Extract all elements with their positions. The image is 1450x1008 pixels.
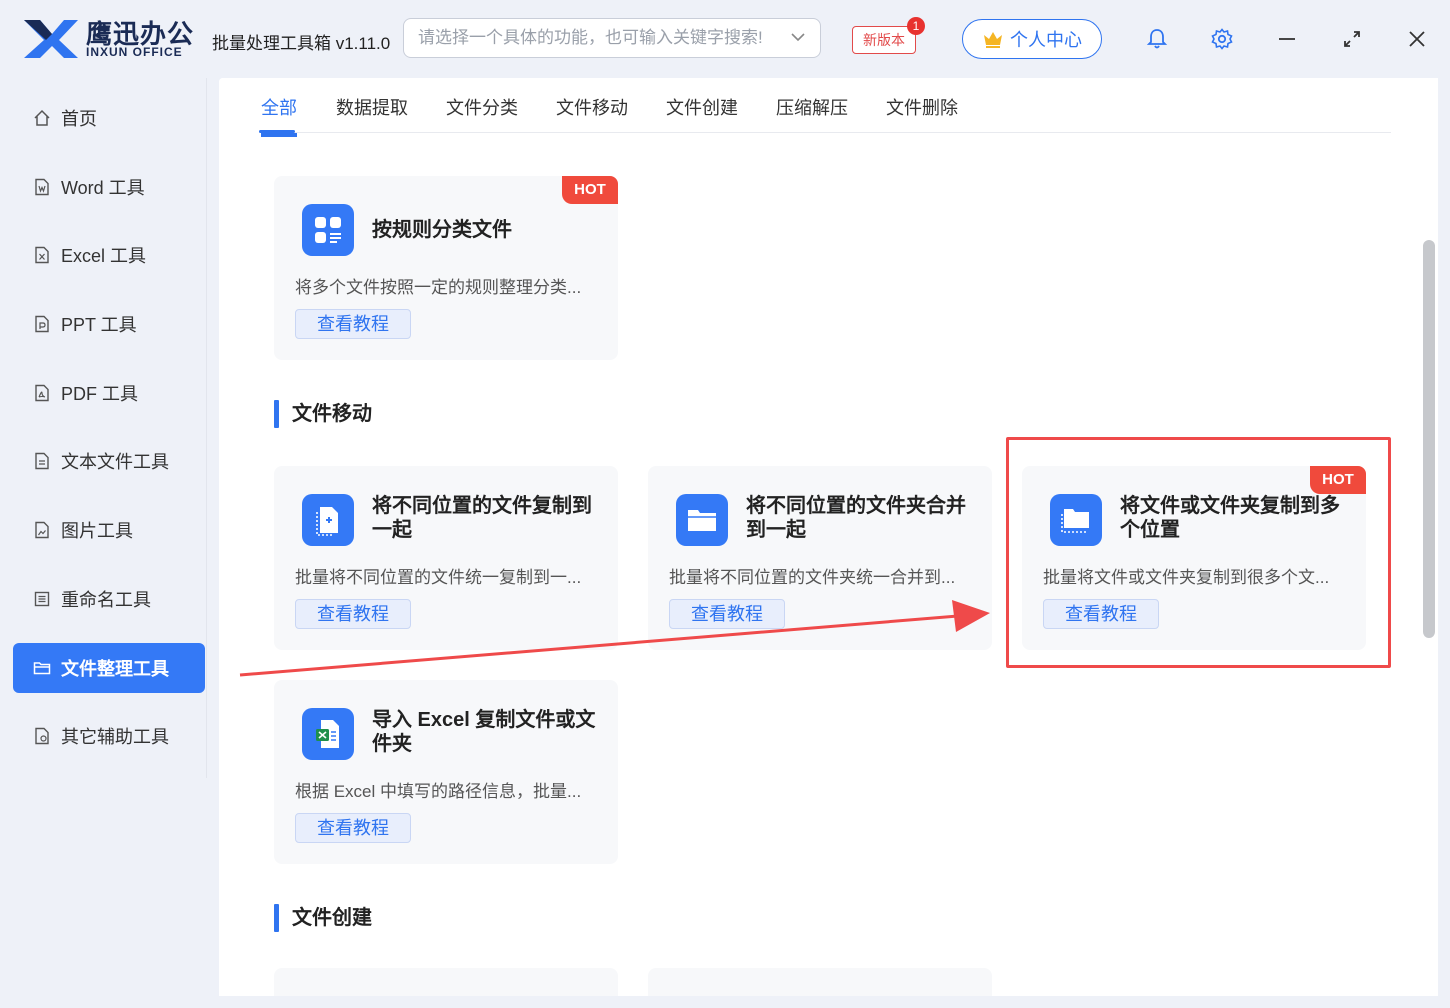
hot-badge: HOT (562, 176, 618, 204)
new-version-button[interactable]: 新版本 1 (852, 17, 925, 54)
tool-card-classify[interactable]: 按规则分类文件 将多个文件按照一定的规则整理分类... 查看教程 HOT (274, 176, 618, 360)
view-tutorial-button[interactable]: 查看教程 (669, 599, 785, 629)
card-title: 按规则分类文件 (372, 219, 512, 241)
sidebar-item-other-tools[interactable]: 其它辅助工具 (13, 711, 205, 761)
tool-card-merge-folders[interactable]: 将不同位置的文件夹合并到一起 批量将不同位置的文件夹统一合并到... 查看教程 (648, 466, 992, 650)
chevron-down-icon[interactable] (790, 29, 806, 45)
tool-card-partial[interactable] (274, 968, 618, 996)
personal-center-button[interactable]: 个人中心 (962, 19, 1102, 59)
sidebar-item-rename[interactable]: 重命名工具 (13, 574, 205, 624)
title-bar: 鹰迅办公 INXUN OFFICE 批量处理工具箱 v1.11.0 新版本 1 … (0, 0, 1450, 78)
card-description: 批量将不同位置的文件统一复制到一... (295, 568, 582, 587)
category-tabs: 全部 数据提取 文件分类 文件移动 文件创建 压缩解压 文件删除 (219, 78, 1422, 133)
text-file-icon (35, 452, 49, 470)
card-title: 将不同位置的文件复制到一起 (372, 495, 592, 541)
tab-compress[interactable]: 压缩解压 (776, 94, 848, 120)
maximize-icon[interactable] (1339, 26, 1365, 52)
folder-icon (33, 662, 51, 675)
view-tutorial-button[interactable]: 查看教程 (295, 309, 411, 339)
sidebar-item-label: 重命名工具 (61, 590, 151, 610)
card-description: 批量将不同位置的文件夹统一合并到... (669, 568, 956, 587)
sidebar-item-home[interactable]: 首页 (13, 93, 205, 143)
rename-icon (34, 591, 50, 607)
logo-english-text: INXUN OFFICE (86, 45, 183, 59)
tool-card-copy-files-together[interactable]: 将不同位置的文件复制到一起 批量将不同位置的文件统一复制到一... 查看教程 (274, 466, 618, 650)
card-title: 导入 Excel 复制文件或文件夹 (372, 709, 596, 755)
bell-icon[interactable] (1144, 26, 1170, 52)
sidebar-item-excel[interactable]: Excel 工具 (13, 230, 205, 280)
sidebar: 首页 Word 工具 Excel 工具 PPT 工具 PDF 工具 文本文件工具… (0, 78, 206, 1008)
sidebar-item-word[interactable]: Word 工具 (13, 162, 205, 212)
search-box[interactable] (403, 18, 821, 58)
card-title: 将不同位置的文件夹合并到一起 (746, 495, 966, 541)
grid-icon (302, 204, 354, 256)
tab-all[interactable]: 全部 (261, 94, 297, 120)
tab-file-classify[interactable]: 文件分类 (446, 94, 518, 120)
tab-file-create[interactable]: 文件创建 (666, 94, 738, 120)
scrollbar-thumb[interactable] (1423, 240, 1435, 638)
ppt-file-icon (35, 315, 49, 333)
sidebar-item-pdf[interactable]: PDF 工具 (13, 368, 205, 418)
new-version-label: 新版本 (863, 32, 905, 48)
sidebar-item-label: 文件整理工具 (61, 659, 169, 679)
sidebar-item-label: 其它辅助工具 (61, 727, 169, 747)
inxun-logo-icon (24, 20, 78, 58)
sidebar-divider (206, 78, 207, 778)
search-input[interactable] (404, 19, 774, 57)
sidebar-item-label: PPT 工具 (61, 315, 137, 335)
crown-icon (984, 32, 1002, 48)
excel-file-icon (35, 246, 49, 264)
pdf-file-icon (35, 384, 49, 402)
sidebar-item-label: 图片工具 (61, 521, 133, 541)
view-tutorial-button[interactable]: 查看教程 (295, 599, 411, 629)
tool-card-import-excel[interactable]: 导入 Excel 复制文件或文件夹 根据 Excel 中填写的路径信息，批量..… (274, 680, 618, 864)
minimize-icon[interactable] (1274, 26, 1300, 52)
tabs-divider (259, 132, 1391, 133)
scrolled-section-marker (261, 133, 297, 137)
file-copy-icon (302, 494, 354, 546)
sidebar-item-file-organize[interactable]: 文件整理工具 (13, 643, 205, 693)
image-file-icon (35, 521, 49, 539)
highlight-box (1006, 437, 1391, 668)
tab-file-move[interactable]: 文件移动 (556, 94, 628, 120)
notification-count-badge: 1 (907, 17, 925, 35)
home-icon (34, 109, 50, 126)
active-tab-indicator (259, 130, 295, 133)
word-file-icon (35, 178, 49, 196)
excel-import-icon (302, 708, 354, 760)
app-title: 批量处理工具箱 v1.11.0 (212, 34, 391, 53)
sidebar-item-label: 文本文件工具 (61, 452, 169, 472)
sidebar-item-label: PDF 工具 (61, 384, 139, 404)
close-icon[interactable] (1404, 26, 1430, 52)
personal-center-label: 个人中心 (1010, 30, 1082, 50)
card-description: 根据 Excel 中填写的路径信息，批量... (295, 782, 582, 801)
sidebar-item-image[interactable]: 图片工具 (13, 505, 205, 555)
card-description: 将多个文件按照一定的规则整理分类... (295, 278, 582, 297)
sidebar-item-label: 首页 (61, 109, 97, 129)
section-title-file-create: 文件创建 (274, 904, 372, 932)
sidebar-item-ppt[interactable]: PPT 工具 (13, 299, 205, 349)
tools-icon (35, 727, 49, 745)
settings-gear-icon[interactable] (1209, 26, 1235, 52)
tab-data-extract[interactable]: 数据提取 (336, 94, 408, 120)
tab-file-delete[interactable]: 文件删除 (886, 94, 958, 120)
view-tutorial-button[interactable]: 查看教程 (295, 813, 411, 843)
sidebar-item-label: Word 工具 (61, 178, 145, 198)
sidebar-item-text-file[interactable]: 文本文件工具 (13, 436, 205, 486)
tool-card-partial[interactable] (648, 968, 992, 996)
sidebar-item-label: Excel 工具 (61, 246, 147, 266)
section-title-file-move: 文件移动 (274, 400, 372, 428)
folder-merge-icon (676, 494, 728, 546)
